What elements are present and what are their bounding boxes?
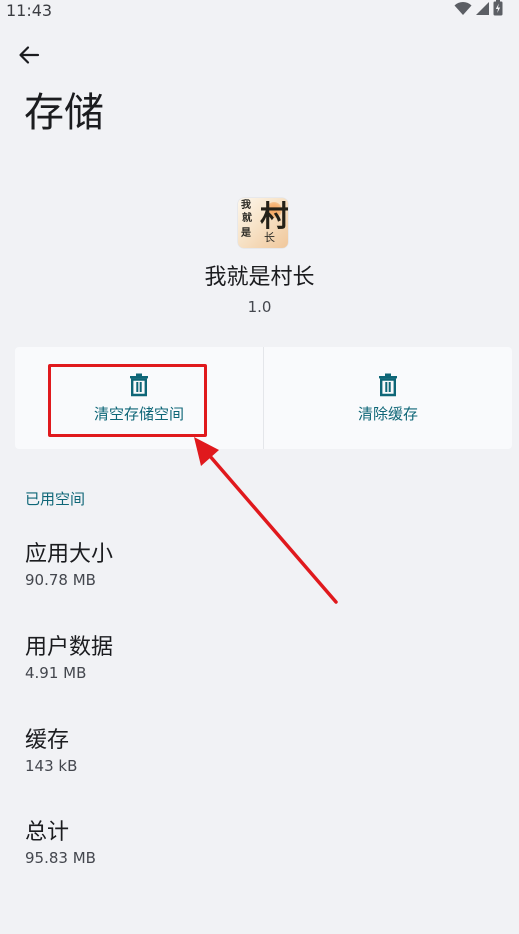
app-icon-glyph: 村 [260,199,288,233]
status-icons [454,0,503,20]
section-header-used-space: 已用空间 [25,490,86,508]
storage-item-total[interactable]: 总计 95.83 MB [25,818,495,868]
trash-icon [377,373,399,397]
storage-item-value: 90.78 MB [25,571,96,589]
back-button[interactable] [12,40,46,74]
arrow-left-icon [18,44,40,70]
status-bar: 11:43 [0,0,519,22]
app-version: 1.0 [247,298,272,316]
storage-item-user-data[interactable]: 用户数据 4.91 MB [25,633,495,683]
signal-icon [475,1,490,20]
storage-item-title: 总计 [25,820,70,845]
trash-icon [128,373,150,397]
app-icon-glyph: 长 [264,231,275,244]
storage-item-app-size[interactable]: 应用大小 90.78 MB [25,540,495,590]
storage-item-title: 缓存 [25,728,70,753]
storage-item-value: 95.83 MB [25,849,96,867]
app-name: 我就是村长 [204,265,315,290]
action-row: 清空存储空间 清除缓存 [15,347,512,449]
app-icon-glyph: 是 [241,228,251,239]
clear-storage-label: 清空存储空间 [93,405,184,423]
clear-cache-label: 清除缓存 [357,405,418,423]
status-time: 11:43 [6,1,53,20]
battery-charging-icon [493,0,503,20]
storage-item-value: 4.91 MB [25,664,87,682]
app-icon-glyph: 我 [241,200,251,211]
app-icon-glyph: 就 [242,213,252,224]
annotation-arrow [194,437,338,604]
storage-item-title: 应用大小 [25,542,114,567]
storage-item-cache[interactable]: 缓存 143 kB [25,726,495,776]
app-icon: 我 就 是 村 长 [238,198,288,248]
clear-cache-button[interactable]: 清除缓存 [263,347,512,449]
page-title: 存储 [24,90,104,136]
wifi-icon [454,1,472,20]
clear-storage-button[interactable]: 清空存储空间 [15,347,263,449]
storage-item-value: 143 kB [25,757,78,775]
storage-item-title: 用户数据 [25,635,114,660]
